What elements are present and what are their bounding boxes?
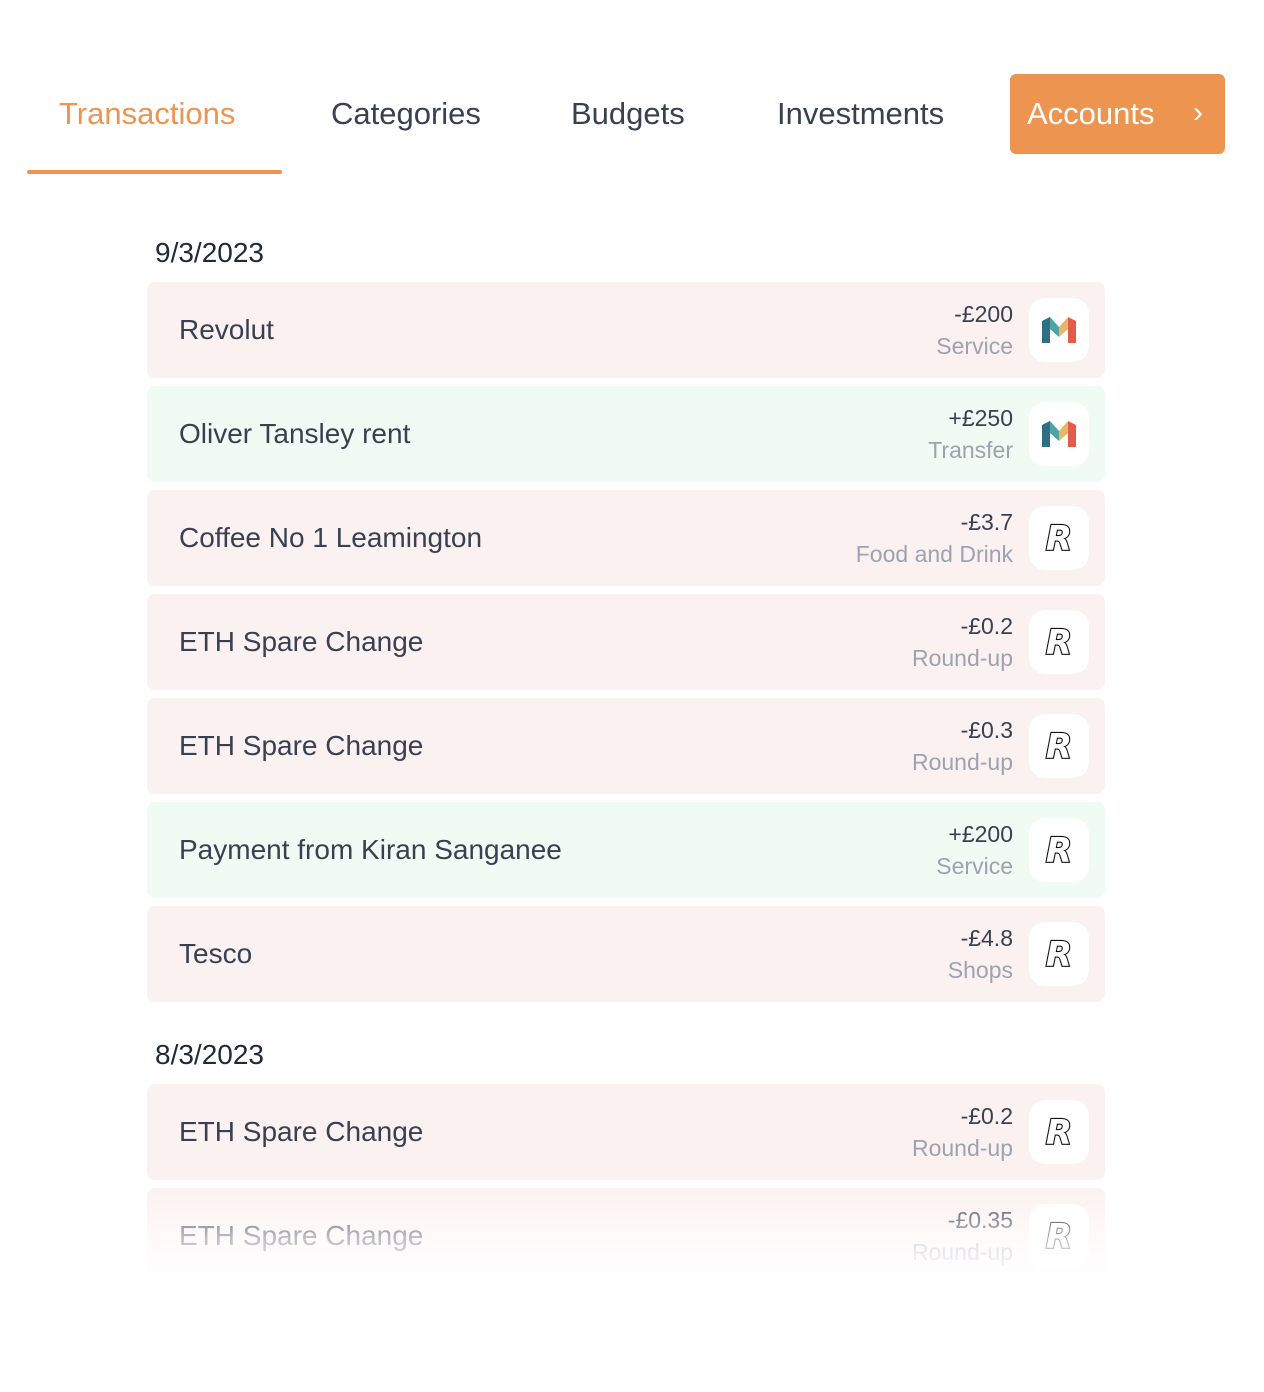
transaction-name: ETH Spare Change xyxy=(179,1116,424,1147)
transaction-amount: -£3.7 xyxy=(960,509,1013,535)
transaction-category: Food and Drink xyxy=(855,541,1013,567)
tab-investments[interactable]: Investments xyxy=(777,74,944,154)
transaction-name: ETH Spare Change xyxy=(179,730,424,761)
transaction-amount: -£0.2 xyxy=(960,613,1013,639)
svg-text:R: R xyxy=(1046,1217,1072,1255)
transaction-row[interactable]: ETH Spare Change -£0.35 Round-up R xyxy=(147,1188,1105,1284)
transaction-category: Round-up xyxy=(911,1135,1013,1161)
transaction-category: Round-up xyxy=(911,749,1013,775)
date-heading: 8/3/2023 xyxy=(155,1039,264,1070)
transaction-name: Coffee No 1 Leamington xyxy=(179,522,483,553)
transaction-details: -£0.2 Round-up xyxy=(912,610,1013,674)
transaction-category: Shops xyxy=(947,957,1013,983)
transaction-row[interactable]: Payment from Kiran Sanganee +£200 Servic… xyxy=(147,802,1105,898)
transaction-name: Revolut xyxy=(179,314,274,345)
svg-text:R: R xyxy=(1046,727,1072,765)
transaction-amount: +£250 xyxy=(948,405,1013,431)
transaction-details: -£4.8 Shops xyxy=(948,922,1013,986)
transaction-amount: +£200 xyxy=(948,821,1013,847)
monzo-logo-icon xyxy=(1029,298,1089,362)
transaction-category: Transfer xyxy=(928,437,1013,463)
transaction-name: ETH Spare Change xyxy=(179,626,424,657)
transaction-amount: -£200 xyxy=(954,301,1013,327)
svg-text:R: R xyxy=(1046,623,1072,661)
transaction-details: -£3.7 Food and Drink xyxy=(856,506,1013,570)
transaction-category: Round-up xyxy=(911,645,1013,671)
transaction-amount: -£0.3 xyxy=(960,717,1013,743)
revolut-logo-icon: R xyxy=(1029,610,1089,674)
transaction-row[interactable]: ETH Spare Change -£0.2 Round-up R xyxy=(147,1084,1105,1180)
svg-text:R: R xyxy=(1046,519,1072,557)
transaction-amount: -£0.35 xyxy=(947,1207,1013,1233)
transaction-details: -£0.2 Round-up xyxy=(912,1100,1013,1164)
transaction-name: Payment from Kiran Sanganee xyxy=(179,834,562,865)
transaction-row[interactable]: Coffee No 1 Leamington -£3.7 Food and Dr… xyxy=(147,490,1105,586)
transaction-details: -£200 Service xyxy=(936,298,1013,362)
revolut-logo-icon: R xyxy=(1029,818,1089,882)
accounts-button[interactable]: Accounts › xyxy=(1010,74,1225,154)
transaction-row[interactable]: ETH Spare Change -£0.3 Round-up R xyxy=(147,698,1105,794)
transaction-details: +£200 Service xyxy=(936,818,1013,882)
svg-text:R: R xyxy=(1046,935,1072,973)
transactions-page: Transactions Categories Budgets Investme… xyxy=(0,0,1264,1392)
revolut-logo-icon: R xyxy=(1029,714,1089,778)
transaction-row[interactable]: Oliver Tansley rent +£250 Transfer xyxy=(147,386,1105,482)
revolut-logo-icon: R xyxy=(1029,922,1089,986)
chevron-right-icon: › xyxy=(1193,96,1203,129)
transaction-details: +£250 Transfer xyxy=(928,402,1013,466)
transaction-category: Round-up xyxy=(911,1239,1013,1265)
date-heading: 9/3/2023 xyxy=(155,237,264,268)
tab-categories[interactable]: Categories xyxy=(331,74,481,154)
transaction-category: Service xyxy=(936,333,1013,359)
tab-transactions[interactable]: Transactions xyxy=(59,74,235,154)
transaction-details: -£0.3 Round-up xyxy=(912,714,1013,778)
transaction-category: Service xyxy=(936,853,1013,879)
transaction-row[interactable]: Revolut -£200 Service xyxy=(147,282,1105,378)
svg-text:R: R xyxy=(1046,1113,1072,1151)
transaction-name: Oliver Tansley rent xyxy=(179,418,411,449)
transaction-amount: -£4.8 xyxy=(960,925,1013,951)
transaction-name: Tesco xyxy=(179,938,253,969)
revolut-logo-icon: R xyxy=(1029,506,1089,570)
revolut-logo-icon: R xyxy=(1029,1204,1089,1268)
transaction-row[interactable]: ETH Spare Change -£0.2 Round-up R xyxy=(147,594,1105,690)
transaction-row[interactable]: Tesco -£4.8 Shops R xyxy=(147,906,1105,1002)
accounts-button-label: Accounts xyxy=(1027,96,1155,131)
tab-budgets[interactable]: Budgets xyxy=(571,74,685,154)
monzo-logo-icon xyxy=(1029,402,1089,466)
transaction-amount: -£0.2 xyxy=(960,1103,1013,1129)
transaction-name: ETH Spare Change xyxy=(179,1220,424,1251)
revolut-logo-icon: R xyxy=(1029,1100,1089,1164)
svg-text:R: R xyxy=(1046,831,1072,869)
transaction-list: 9/3/2023 Revolut -£200 Service Oliver Ta… xyxy=(147,232,1105,1292)
active-tab-indicator xyxy=(27,170,282,174)
tab-bar: Transactions Categories Budgets Investme… xyxy=(27,74,1225,174)
transaction-details: -£0.35 Round-up xyxy=(912,1204,1013,1268)
